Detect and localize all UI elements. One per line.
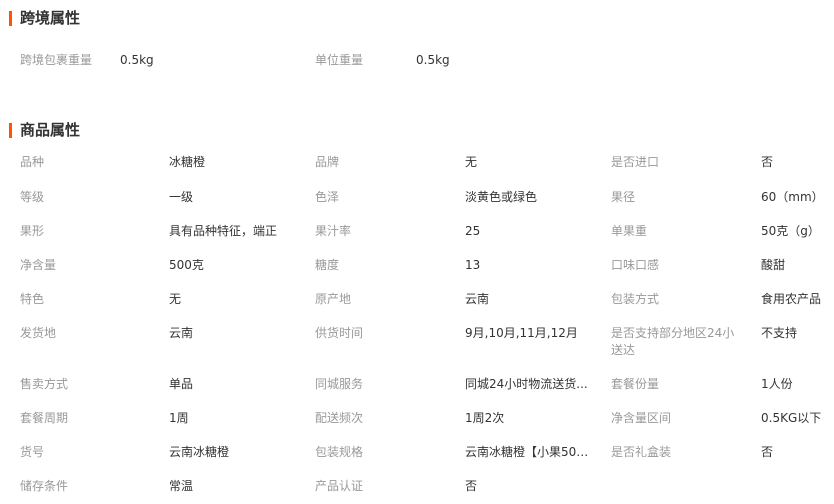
attr-label: 糖度 (315, 258, 340, 272)
attr-value: 否 (761, 155, 774, 169)
attr-value: 1人份 (761, 377, 793, 391)
attr-value: 50克（g） (761, 224, 820, 238)
attr-value: 否 (761, 445, 774, 459)
attr-label: 套餐周期 (20, 411, 69, 425)
attr-label: 货号 (20, 445, 45, 459)
section-accent-bar (9, 122, 12, 138)
attr-value: 1周 (169, 411, 189, 425)
attr-label: 单果重 (611, 224, 648, 238)
attr-label: 净含量区间 (611, 411, 672, 425)
attr-value-unit-weight: 0.5kg (416, 53, 450, 67)
attr-value: 食用农产品 (761, 292, 822, 306)
attr-value: 无 (169, 292, 182, 306)
attr-label: 特色 (20, 292, 45, 306)
attr-value: 云南冰糖橙【小果50-... (465, 445, 591, 459)
product-section-title: 商品属性 (9, 120, 80, 140)
attr-label: 储存条件 (20, 479, 69, 493)
attr-value: 酸甜 (761, 258, 786, 272)
attr-label: 发货地 (20, 326, 57, 340)
attr-value: 否 (465, 479, 478, 493)
attr-label: 品牌 (315, 155, 340, 169)
attr-label: 是否进口 (611, 155, 660, 169)
attr-value: 冰糖橙 (169, 155, 206, 169)
attr-value-package-weight: 0.5kg (120, 53, 154, 67)
attr-value: 无 (465, 155, 478, 169)
attr-label: 是否支持部分地区24小送达 (611, 326, 735, 357)
attr-value: 60（mm） (761, 190, 824, 204)
attr-value: 单品 (169, 377, 194, 391)
attr-value: 25 (465, 224, 481, 238)
attr-label: 色泽 (315, 190, 340, 204)
section-accent-bar (9, 10, 12, 26)
attr-label: 果径 (611, 190, 636, 204)
attr-label: 产品认证 (315, 479, 364, 493)
cross-border-title: 跨境属性 (20, 9, 81, 27)
attr-label: 同城服务 (315, 377, 364, 391)
attr-label: 包装规格 (315, 445, 364, 459)
product-title: 商品属性 (20, 121, 81, 139)
attr-label: 品种 (20, 155, 45, 169)
attr-label: 配送频次 (315, 411, 364, 425)
attr-value: 0.5KG以下 (761, 411, 822, 425)
attr-label: 果形 (20, 224, 45, 238)
attr-label: 包装方式 (611, 292, 660, 306)
attr-label: 是否礼盒装 (611, 445, 672, 459)
attr-label-unit-weight: 单位重量 (315, 53, 364, 67)
attr-value: 具有品种特征，端正 (169, 224, 278, 238)
attr-value: 500克 (169, 258, 204, 272)
attr-value: 一级 (169, 190, 194, 204)
attr-label: 售卖方式 (20, 377, 69, 391)
attr-value: 淡黄色或绿色 (465, 190, 538, 204)
attr-label: 等级 (20, 190, 45, 204)
attr-label: 套餐份量 (611, 377, 660, 391)
attr-value: 13 (465, 258, 481, 272)
attr-value: 不支持 (761, 326, 798, 340)
attr-value: 云南 (465, 292, 490, 306)
attr-label: 果汁率 (315, 224, 352, 238)
attr-label: 供货时间 (315, 326, 364, 340)
attr-label-package-weight: 跨境包裹重量 (20, 53, 93, 67)
attr-value: 常温 (169, 479, 194, 493)
attr-label: 净含量 (20, 258, 57, 272)
attr-label: 原产地 (315, 292, 352, 306)
attr-value: 1周2次 (465, 411, 505, 425)
cross-border-section-title: 跨境属性 (9, 8, 80, 28)
attr-label: 口味口感 (611, 258, 660, 272)
attributes-panel: 跨境属性 跨境包裹重量 0.5kg 单位重量 0.5kg 商品属性 品种 冰糖橙… (0, 0, 834, 504)
attr-value: 同城24小时物流送货... (465, 377, 588, 391)
attr-value: 云南 (169, 326, 194, 340)
attr-value: 云南冰糖橙 (169, 445, 230, 459)
attr-value: 9月,10月,11月,12月 (465, 326, 578, 340)
